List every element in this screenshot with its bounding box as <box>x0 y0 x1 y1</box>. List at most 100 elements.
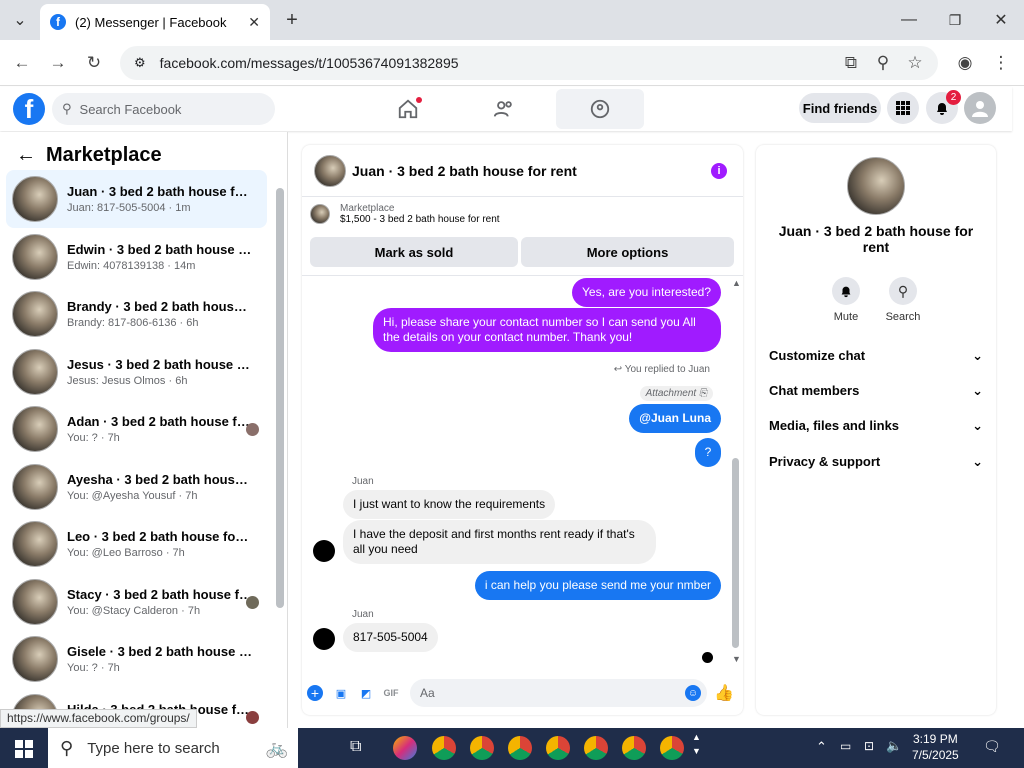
marketplace-sidebar: ← Marketplace Juan · 3 bed 2 bath house … <box>0 132 288 728</box>
tab-list-icon[interactable]: ⌄ <box>8 8 32 32</box>
chrome-icon[interactable] <box>584 736 608 760</box>
status-bar-url: https://www.facebook.com/groups/ <box>0 709 197 728</box>
menu-grid-icon[interactable] <box>887 92 919 124</box>
replied-text: You replied to Juan <box>624 364 710 375</box>
tab-title: (2) Messenger | Facebook <box>75 14 227 30</box>
conversation-name: Leo · 3 bed 2 bath house for rent <box>67 529 253 544</box>
volume-icon[interactable]: 🔈 <box>886 738 902 754</box>
url-text: facebook.com/messages/t/1005367409138289… <box>159 55 459 71</box>
marketplace-listing[interactable]: Marketplace $1,500 - 3 bed 2 bath house … <box>310 203 500 225</box>
privacy-support-row[interactable]: Privacy & support ⌄ <box>769 454 983 470</box>
taskbar-search-input[interactable]: ⚲ Type here to search 🚲 <box>48 728 298 768</box>
facebook-search-input[interactable]: ⚲ Search Facebook <box>52 93 275 125</box>
conversation-item[interactable]: Stacy · 3 bed 2 bath house fo... You: @St… <box>6 573 267 631</box>
taskbar-scroll-icon[interactable]: ▲ ▼ <box>692 730 701 758</box>
message-input[interactable]: Aa <box>410 679 707 707</box>
install-app-icon[interactable]: ⧉ <box>840 52 862 74</box>
taskbar-clock[interactable]: 3:19 PM 7/5/2025 <box>912 731 959 763</box>
scroll-down-icon[interactable]: ▼ <box>732 654 741 664</box>
friends-icon[interactable] <box>460 87 548 131</box>
conversation-item[interactable]: Gisele · 3 bed 2 bath house for r... You:… <box>6 630 267 688</box>
section-label: Privacy & support <box>769 454 881 469</box>
search-button[interactable]: ⚲ Search <box>878 277 928 323</box>
chrome-icon[interactable] <box>432 736 456 760</box>
chrome-icon[interactable] <box>622 736 646 760</box>
listing-title: $1,500 - 3 bed 2 bath house for rent <box>340 214 500 225</box>
chrome-icon[interactable] <box>508 736 532 760</box>
windows-taskbar: ⚲ Type here to search 🚲 ⧉ ▲ ▼ ⌃ ▭ ⊡ 🔈 3:1… <box>0 728 1024 768</box>
conversation-item[interactable]: Adan · 3 bed 2 bath house fo... You: ? · … <box>6 400 267 458</box>
chrome-icon[interactable] <box>660 736 684 760</box>
close-tab-icon[interactable]: ✕ <box>248 14 260 31</box>
conversation-item[interactable]: Jesus · 3 bed 2 bath house for r... Jesus… <box>6 343 267 401</box>
conversation-item[interactable]: Brandy · 3 bed 2 bath house for... Brandy… <box>6 285 267 343</box>
minimize-icon[interactable]: — <box>897 8 921 32</box>
tray-device-icon[interactable]: ▭ <box>840 739 851 753</box>
maximize-icon[interactable]: ❐ <box>943 8 967 32</box>
conversation-name: Stacy · 3 bed 2 bath house fo... <box>67 586 253 602</box>
scroll-up-icon[interactable]: ▲ <box>732 278 741 288</box>
conversation-item[interactable]: Ayesha · 3 bed 2 bath house for... You: @… <box>6 458 267 516</box>
conversation-name: Juan · 3 bed 2 bath house for re... <box>67 184 253 199</box>
conversation-thumbnail <box>12 233 58 280</box>
media-files-links-row[interactable]: Media, files and links ⌄ <box>769 418 983 434</box>
mute-button[interactable]: Mute <box>821 277 871 323</box>
task-view-icon[interactable]: ⧉ <box>350 738 361 756</box>
sticker-icon[interactable]: ◩ <box>358 685 374 701</box>
conversation-item[interactable]: Juan · 3 bed 2 bath house for re... Juan:… <box>6 170 267 228</box>
sender-avatar[interactable] <box>313 540 335 562</box>
windows-start-icon[interactable] <box>15 740 33 763</box>
composer: + ▣ ◩ GIF Aa ☺ 👍 <box>302 675 743 715</box>
conversation-item[interactable]: Leo · 3 bed 2 bath house for rent You: @L… <box>6 515 267 573</box>
find-friends-button[interactable]: Find friends <box>799 93 881 123</box>
section-label: Customize chat <box>769 348 866 363</box>
close-window-icon[interactable]: ✕ <box>989 8 1013 32</box>
network-icon[interactable]: ⊡ <box>864 739 874 753</box>
chat-thumbnail[interactable] <box>314 154 346 187</box>
site-info-icon[interactable]: ⚙ <box>134 55 146 71</box>
sender-avatar[interactable] <box>313 628 335 650</box>
back-arrow-icon[interactable]: ← <box>16 144 36 167</box>
add-attachment-icon[interactable]: + <box>307 685 323 701</box>
profile-icon[interactable]: ◉ <box>954 52 976 74</box>
chat-scrollbar[interactable] <box>732 458 739 648</box>
message-outgoing: i can help you please send me your nmber <box>474 571 721 600</box>
facebook-top-bar: f ⚲ Search Facebook Find friends 2 <box>0 87 1012 131</box>
copilot-icon[interactable] <box>393 736 417 760</box>
chat-title[interactable]: Juan · 3 bed 2 bath house for rent <box>352 163 577 179</box>
facebook-logo-icon[interactable]: f <box>13 93 45 125</box>
address-bar-row: ← → ↻ ⚙ facebook.com/messages/t/10053674… <box>0 40 1024 86</box>
back-icon[interactable]: ← <box>11 52 33 74</box>
chrome-icon[interactable] <box>546 736 570 760</box>
more-options-button[interactable]: More options <box>521 237 734 267</box>
gif-icon[interactable]: GIF <box>383 685 399 701</box>
conversation-text: Jesus · 3 bed 2 bath house for r... Jesus… <box>67 357 253 387</box>
forward-icon[interactable]: → <box>47 52 69 74</box>
thumbs-up-icon[interactable]: 👍 <box>714 685 734 702</box>
chevron-down-icon: ⌄ <box>972 348 983 363</box>
tray-chevron-icon[interactable]: ⌃ <box>816 739 827 755</box>
new-tab-icon[interactable]: + <box>280 8 304 32</box>
home-icon[interactable] <box>364 87 452 131</box>
url-bar[interactable]: ⚙ facebook.com/messages/t/10053674091382… <box>120 46 938 80</box>
info-icon[interactable]: i <box>711 163 727 179</box>
notifications-bell-icon[interactable]: 2 <box>926 90 961 124</box>
chrome-icon[interactable] <box>470 736 494 760</box>
account-avatar[interactable] <box>964 92 996 124</box>
mark-as-sold-button[interactable]: Mark as sold <box>310 237 518 267</box>
conversation-text: Ayesha · 3 bed 2 bath house for... You: @… <box>67 472 253 502</box>
browser-menu-icon[interactable]: ⋮ <box>990 52 1012 74</box>
reload-icon[interactable]: ↻ <box>83 52 105 74</box>
notification-center-icon[interactable]: 🗨 <box>983 738 1001 755</box>
emoji-icon[interactable]: ☺ <box>685 685 701 701</box>
chat-members-row[interactable]: Chat members ⌄ <box>769 383 983 399</box>
groups-icon[interactable] <box>556 89 644 129</box>
customize-chat-row[interactable]: Customize chat ⌄ <box>769 348 983 364</box>
search-icon: ⚲ <box>60 737 74 758</box>
zoom-icon[interactable]: ⚲ <box>872 52 894 74</box>
conversation-item[interactable]: Edwin · 3 bed 2 bath house for r... Edwin… <box>6 228 267 286</box>
bookmark-star-icon[interactable]: ☆ <box>904 52 926 74</box>
sidebar-scrollbar[interactable] <box>276 188 284 608</box>
browser-tab[interactable]: f (2) Messenger | Facebook ✕ <box>40 4 270 40</box>
photo-icon[interactable]: ▣ <box>333 685 349 701</box>
